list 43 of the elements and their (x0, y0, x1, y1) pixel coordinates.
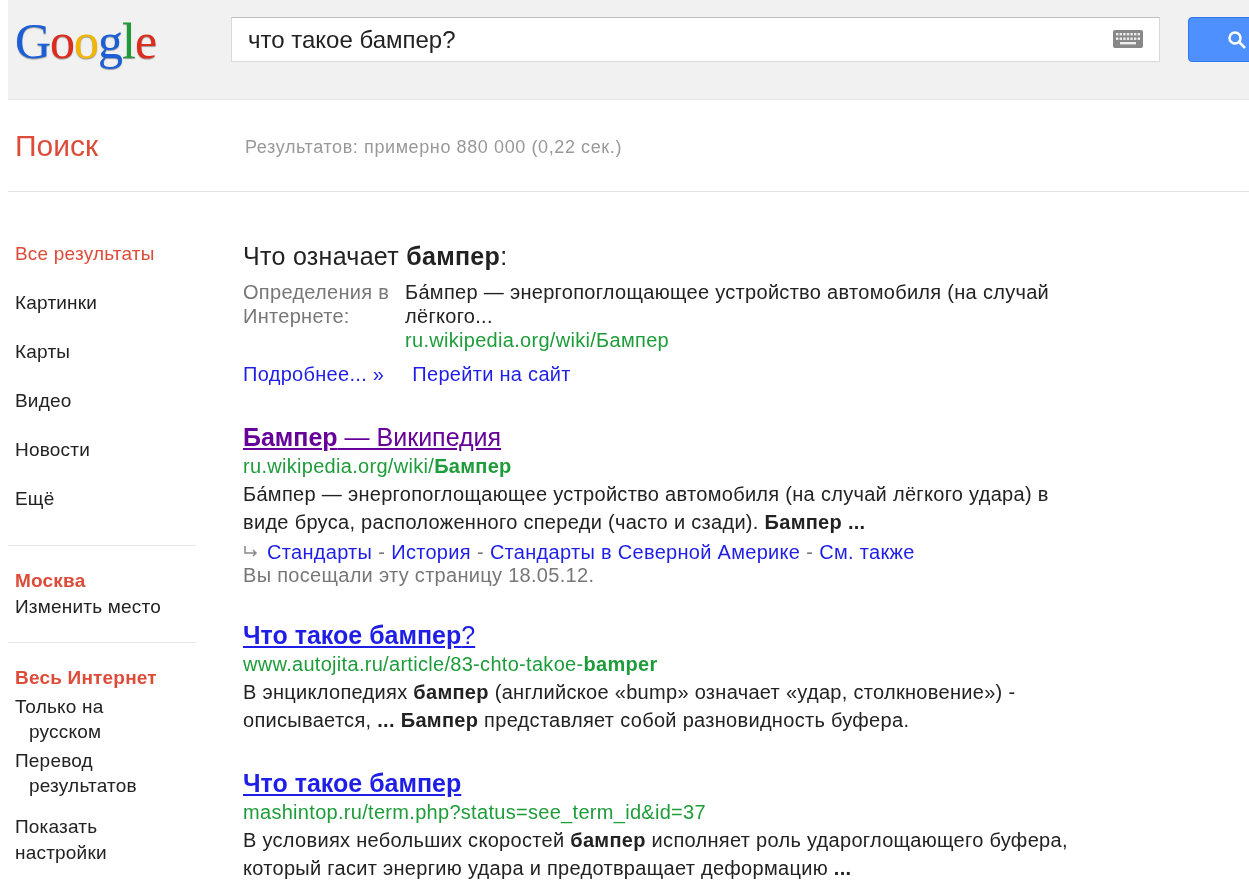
definition-url[interactable]: ru.wikipedia.org/wiki/Бампер (405, 328, 1085, 352)
result-url: www.autojita.ru/article/83-chto-takoe-bamper (243, 652, 659, 677)
definition-link[interactable]: Подробнее... » (243, 362, 385, 386)
result-snippet: Ба́мпер — энергопоглощающее устройство автомобиля (на случай лёгкого удара) в виде бруса, расположенного спереди (часто и сзади). Бампер ... (243, 482, 1050, 535)
change-location-link[interactable]: Изменить место (15, 594, 243, 620)
show-settings-link[interactable]: Показать настройки (15, 814, 125, 866)
result-snippet: В условиях небольших скоростей бампер исполняет роль удароглощающего буфера, который гасит энергию удара и предотвращает деформацию ... (243, 828, 1069, 881)
sidebar-item[interactable]: Карты (15, 340, 243, 364)
result-title[interactable]: Бампер — Википедия (243, 422, 502, 452)
section-title: Поиск (14, 128, 100, 164)
sitelink[interactable]: См. также (819, 540, 915, 564)
sitelink[interactable]: Стандарты в Северной Америке (489, 540, 801, 564)
sitelink[interactable]: История (391, 540, 471, 564)
return-arrow-icon (243, 545, 259, 559)
separator: - (378, 540, 386, 564)
visited-note: Вы посещали эту страницу 18.05.12. (243, 564, 596, 586)
sidebar-item[interactable]: Картинки (15, 291, 243, 315)
search-icon (1227, 29, 1247, 50)
result-title[interactable]: Что такое бампер (243, 768, 462, 798)
sidebar-item[interactable]: Все результаты (15, 242, 243, 266)
keyboard-icon[interactable] (1113, 30, 1143, 48)
logo[interactable]: Google (15, 15, 171, 67)
location-title: Москва (15, 569, 87, 593)
filter-item[interactable]: Весь Интернет (15, 665, 208, 690)
results-count: Результатов: примерно 880 000 (0,22 сек.) (245, 136, 622, 159)
sitelink[interactable]: Стандарты (267, 540, 373, 564)
definition-text: Ба́мпер — энергопоглощающее устройство автомобиля (на случай лёгкого... (405, 280, 1051, 328)
sidebar-item[interactable]: Видео (15, 389, 243, 413)
definition-heading: Что означает бампер: (243, 242, 509, 270)
separator: - (806, 540, 814, 564)
filter-item[interactable]: Перевод результатов (15, 748, 160, 798)
result-title[interactable]: Что такое бампер? (243, 620, 476, 650)
result-url: ru.wikipedia.org/wiki/Бампер (243, 454, 513, 479)
sidebar-item[interactable]: Новости (15, 438, 243, 462)
filter-item[interactable]: Только на русском (15, 694, 160, 744)
search-button[interactable] (1188, 17, 1249, 62)
separator: - (476, 540, 484, 564)
sidebar-item[interactable]: Ещё (15, 487, 243, 511)
result-snippet: В энциклопедиях бампер (английское «bump» означает «удар, столкновение») - описывается, ... Бампер представляет собой разновидность буфера. (243, 680, 1017, 733)
search-field[interactable]: что такое бампер? (231, 17, 1160, 62)
definition-link[interactable]: Перейти на сайт (412, 362, 571, 386)
definition-label: Определения в Интернете: (243, 280, 391, 329)
result-url: mashintop.ru/term.php?status=see_term_id&id=37 (243, 800, 707, 826)
